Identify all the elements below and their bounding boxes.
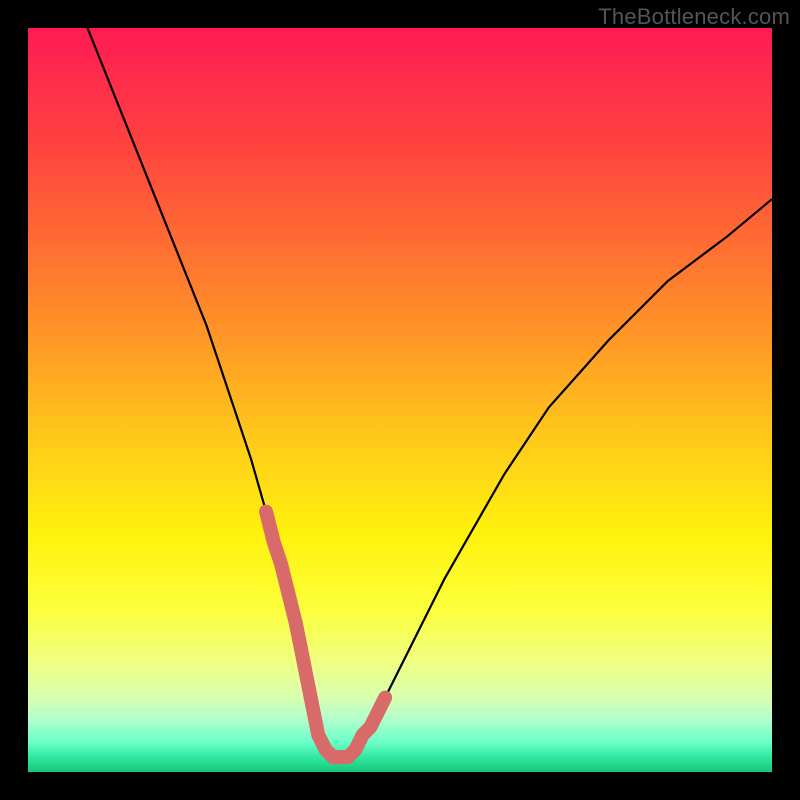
bottleneck-curve-line xyxy=(88,28,772,757)
watermark-text: TheBottleneck.com xyxy=(598,4,790,30)
highlight-right-segment xyxy=(355,698,385,750)
plot-area xyxy=(28,28,772,772)
chart-frame: TheBottleneck.com xyxy=(0,0,800,800)
curve-layer xyxy=(28,28,772,772)
highlight-left-segment xyxy=(266,512,311,698)
